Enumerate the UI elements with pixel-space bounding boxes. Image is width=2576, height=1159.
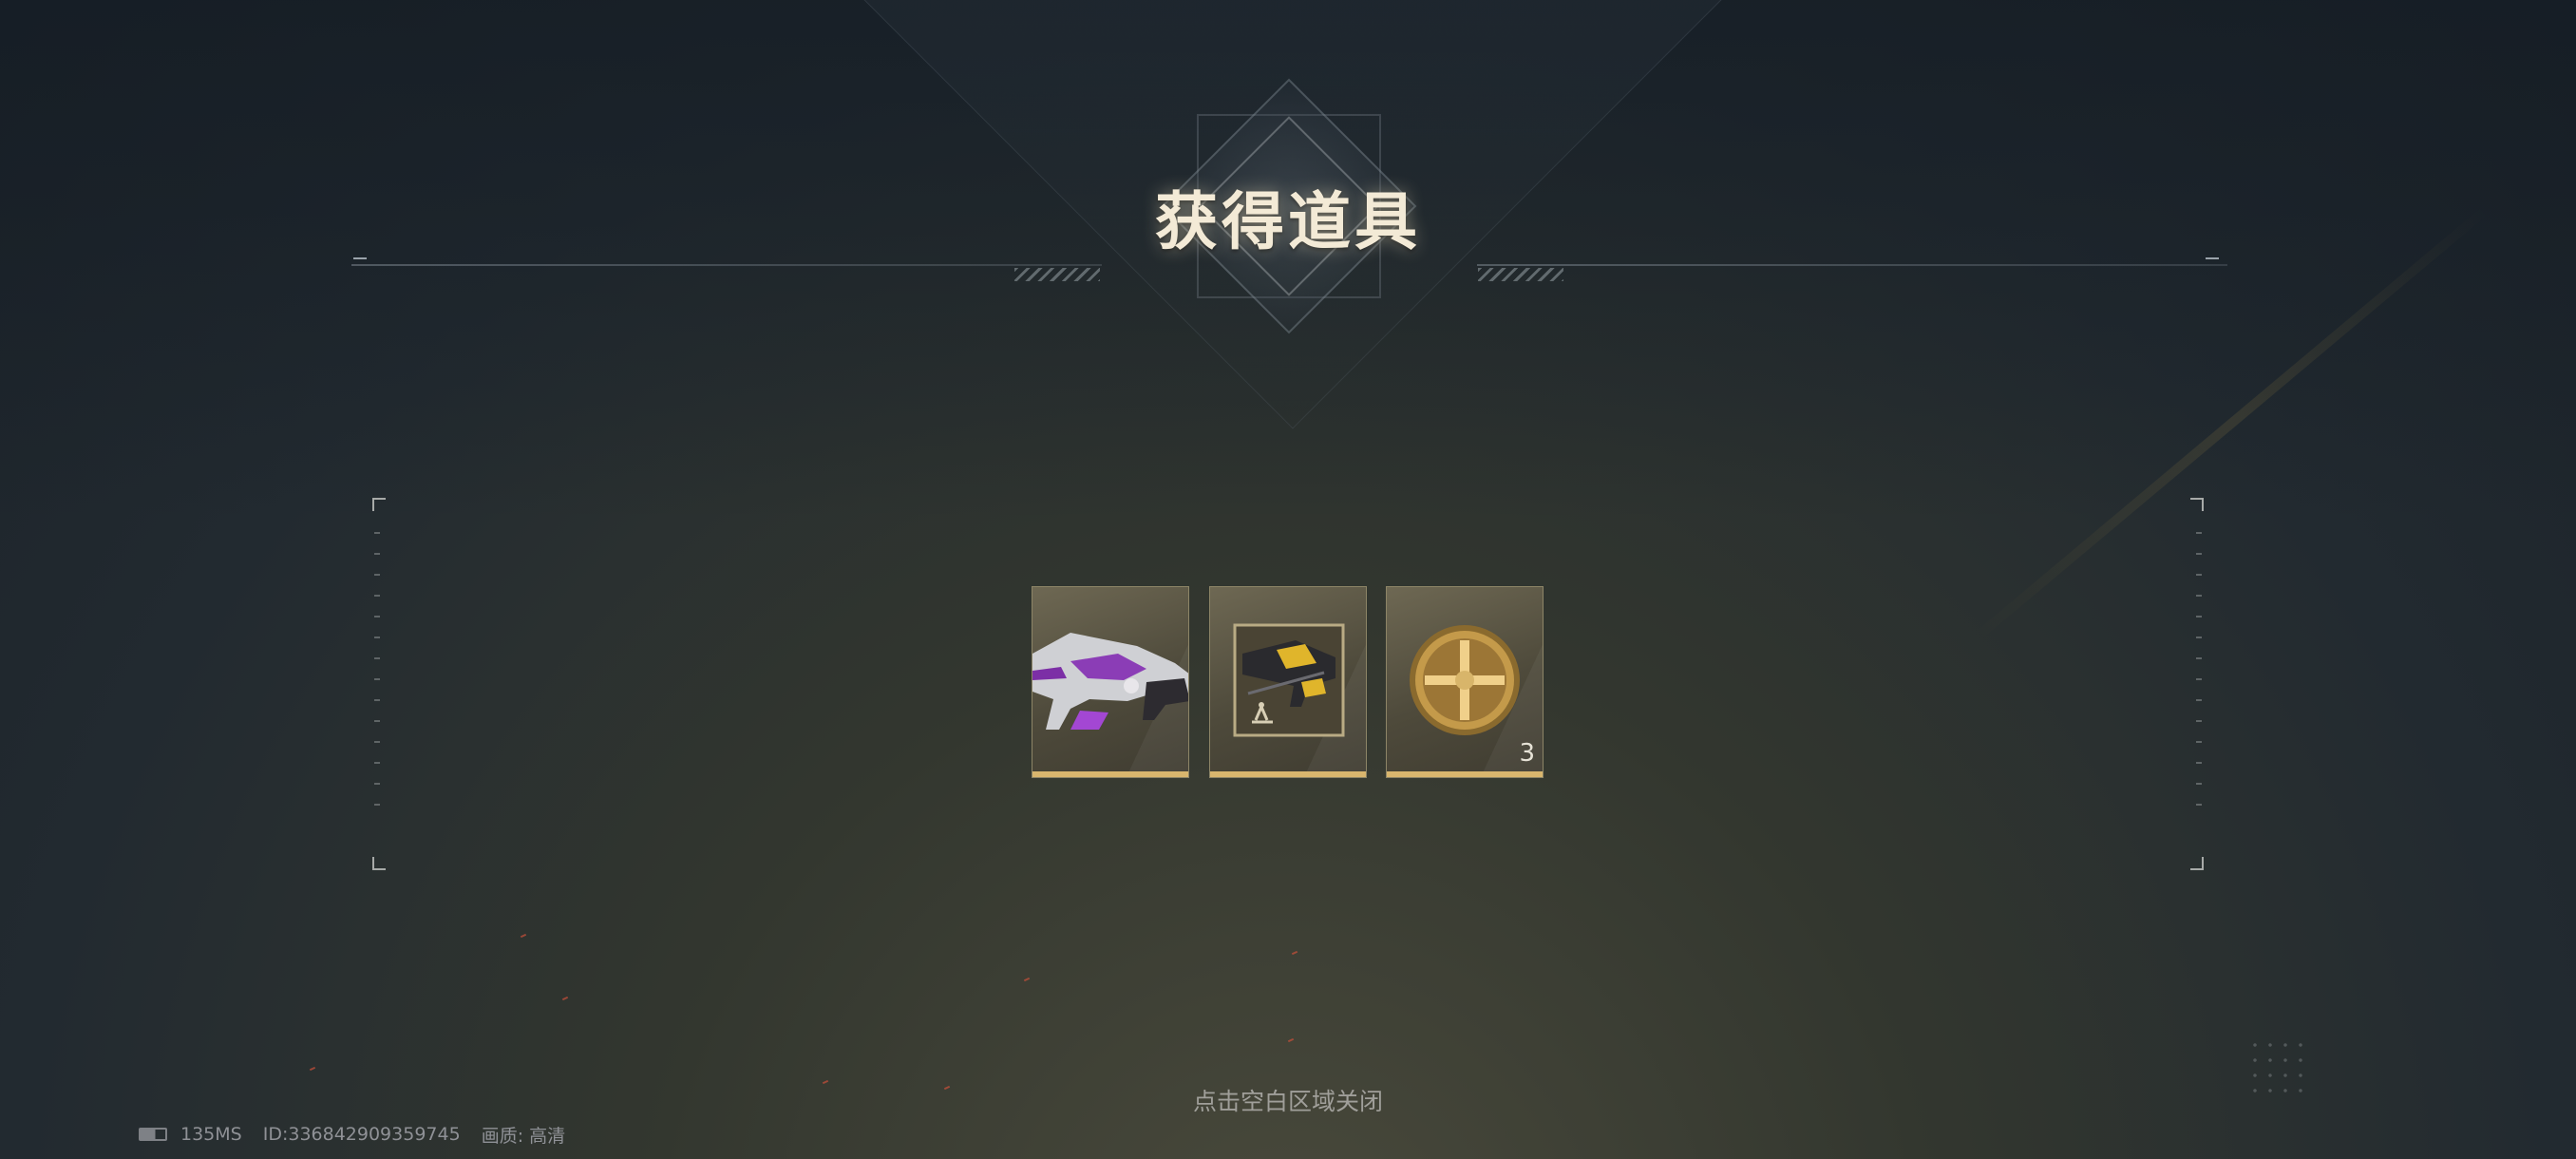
page-title: 获得道具 <box>1155 185 1421 258</box>
reward-header: 获得道具 <box>0 57 2576 361</box>
quality-value: 高清 <box>529 1125 566 1147</box>
header-line-right <box>1477 264 2227 266</box>
header-chevron-right <box>1478 268 1563 281</box>
frame-ruler-left <box>374 532 380 817</box>
frame-bracket-top-right <box>2190 498 2204 511</box>
corner-dot-grid <box>2247 1037 2310 1100</box>
reward-card-blueprint[interactable] <box>1209 586 1367 778</box>
header-line-mark-left <box>353 257 367 259</box>
header-line-left <box>351 264 1102 266</box>
frame-bracket-bottom-left <box>372 857 386 870</box>
reward-list: 3 <box>1032 586 1544 780</box>
player-id: ID:336842909359745 <box>262 1124 461 1145</box>
frame-ruler-right <box>2196 532 2202 817</box>
battery-icon <box>139 1128 167 1141</box>
quality-label: 画质: <box>481 1125 524 1147</box>
reward-card-rifle-skin[interactable] <box>1032 586 1189 778</box>
ping-value: 135MS <box>180 1124 242 1145</box>
close-hint[interactable]: 点击空白区域关闭 <box>1092 1083 1484 1117</box>
reward-count: 3 <box>1519 739 1535 768</box>
frame-bracket-bottom-right <box>2190 857 2204 870</box>
rifle-skin-icon <box>1032 633 1188 730</box>
header-chevron-left <box>1014 268 1100 281</box>
blueprint-rifle-icon <box>1233 623 1345 737</box>
reward-card-gold-medal[interactable]: 3 <box>1386 586 1544 778</box>
status-bar: 135MS ID:336842909359745 画质: 高清 <box>139 1123 586 1147</box>
frame-bracket-top-left <box>372 498 386 511</box>
header-line-mark-right <box>2206 257 2219 259</box>
